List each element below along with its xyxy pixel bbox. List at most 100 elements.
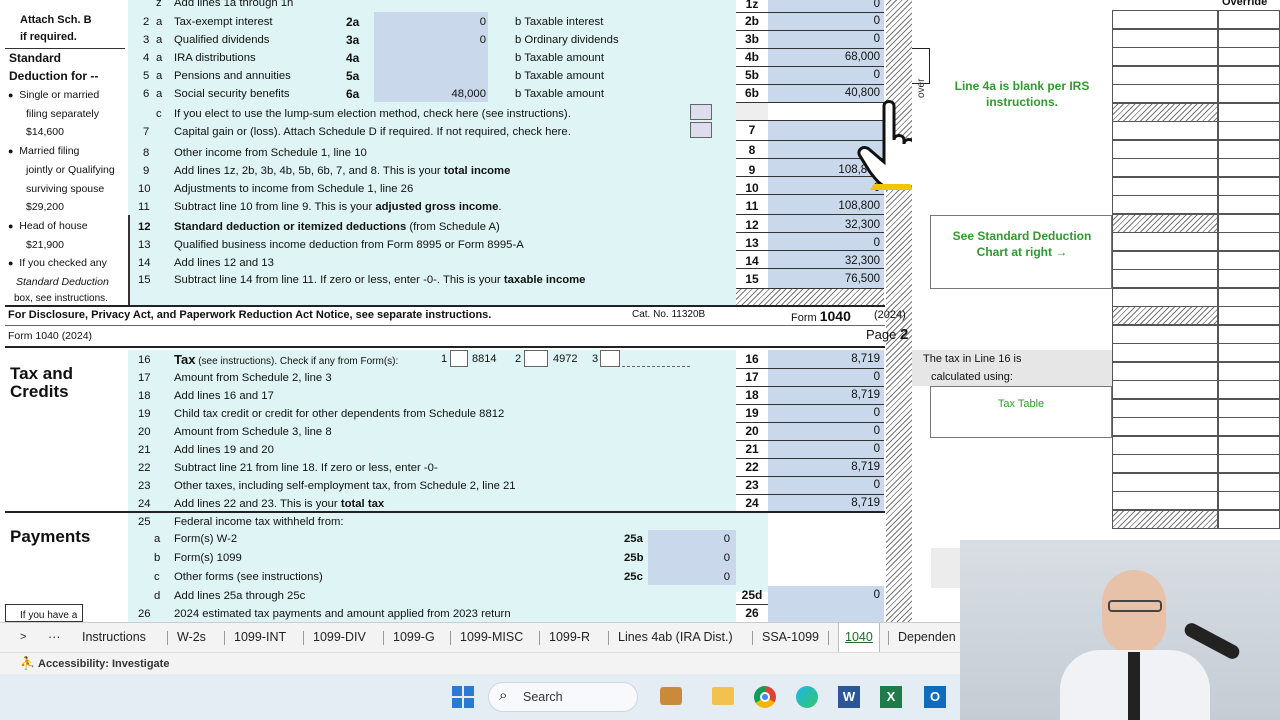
- override-cell[interactable]: [1112, 47, 1218, 66]
- tab-1040[interactable]: 1040: [838, 623, 880, 653]
- accessibility-status[interactable]: ⛹ Accessibility: Investigate: [20, 656, 169, 670]
- override-cell[interactable]: [1218, 435, 1280, 455]
- outlook-icon[interactable]: O: [924, 686, 946, 708]
- override-cell[interactable]: [1112, 10, 1218, 29]
- taskbar-search[interactable]: ⌕ Search: [488, 682, 638, 712]
- override-cell[interactable]: [1218, 509, 1280, 529]
- override-cell[interactable]: [1218, 65, 1280, 85]
- override-cell[interactable]: [1112, 213, 1218, 233]
- override-cell[interactable]: [1112, 472, 1218, 492]
- excel-icon[interactable]: X: [880, 686, 902, 708]
- override-cell[interactable]: [1112, 324, 1218, 344]
- line-18-amount[interactable]: 8,719: [768, 386, 880, 404]
- override-cell[interactable]: [1112, 139, 1218, 159]
- line-15-amount[interactable]: 76,500: [768, 270, 880, 288]
- override-cell[interactable]: [1112, 306, 1218, 325]
- override-cell[interactable]: [1218, 269, 1280, 288]
- form-other-checkbox[interactable]: [600, 350, 620, 367]
- tab-scroll-next[interactable]: >: [20, 623, 26, 653]
- override-cell[interactable]: [1218, 398, 1280, 418]
- override-cell[interactable]: [1112, 121, 1218, 140]
- override-cell[interactable]: [1112, 158, 1218, 177]
- override-cell[interactable]: [1218, 306, 1280, 325]
- tab-w-2s[interactable]: W-2s: [177, 623, 206, 653]
- line-16-amount[interactable]: 8,719: [768, 350, 880, 368]
- override-cell[interactable]: [1112, 287, 1218, 307]
- override-cell[interactable]: [1218, 250, 1280, 270]
- override-cell[interactable]: [1112, 417, 1218, 436]
- override-cell[interactable]: [1112, 195, 1218, 214]
- override-cell[interactable]: [1112, 454, 1218, 473]
- tab-1099-g[interactable]: 1099-G: [393, 623, 435, 653]
- word-icon[interactable]: W: [838, 686, 860, 708]
- override-cell[interactable]: [1112, 102, 1218, 122]
- line-5b-amount[interactable]: 0: [768, 66, 880, 84]
- tab-1099-r[interactable]: 1099-R: [549, 623, 590, 653]
- line-4b-amount[interactable]: 68,000: [768, 48, 880, 66]
- tab-1099-div[interactable]: 1099-DIV: [313, 623, 366, 653]
- override-cell[interactable]: [1112, 84, 1218, 103]
- folder-icon[interactable]: [712, 687, 734, 705]
- override-cell[interactable]: [1218, 176, 1280, 196]
- override-cell[interactable]: [1112, 491, 1218, 510]
- line-20-amount[interactable]: 0: [768, 422, 880, 440]
- override-cell[interactable]: [1112, 398, 1218, 418]
- tab-instructions[interactable]: Instructions: [82, 623, 146, 653]
- override-cell[interactable]: [1112, 176, 1218, 196]
- override-cell[interactable]: [1218, 84, 1280, 103]
- line-19-amount[interactable]: 0: [768, 404, 880, 422]
- line-25c-value[interactable]: 0: [650, 570, 730, 584]
- line-3b-amount[interactable]: 0: [768, 30, 880, 48]
- edge-icon[interactable]: [796, 686, 818, 708]
- override-cell[interactable]: [1112, 65, 1218, 85]
- override-cell[interactable]: [1218, 213, 1280, 233]
- line-21-amount[interactable]: 0: [768, 440, 880, 458]
- override-cell[interactable]: [1218, 139, 1280, 159]
- override-cell[interactable]: [1218, 491, 1280, 510]
- line-22-amount[interactable]: 8,719: [768, 458, 880, 476]
- override-cell[interactable]: [1218, 195, 1280, 214]
- line-2b-amount[interactable]: 0: [768, 12, 880, 30]
- override-cell[interactable]: [1218, 324, 1280, 344]
- tab-lines-4ab-ira-dist-[interactable]: Lines 4ab (IRA Dist.): [618, 623, 733, 653]
- override-cell[interactable]: [1218, 380, 1280, 399]
- override-cell[interactable]: [1112, 343, 1218, 362]
- override-cell[interactable]: [1218, 361, 1280, 381]
- override-cell[interactable]: [1218, 232, 1280, 251]
- override-cell[interactable]: [1218, 343, 1280, 362]
- line-3a-box-value[interactable]: 0: [378, 33, 486, 47]
- override-cell[interactable]: [1112, 269, 1218, 288]
- override-cell[interactable]: [1218, 158, 1280, 177]
- line-7-checkbox[interactable]: [690, 122, 712, 138]
- tab-dependen[interactable]: Dependen: [898, 623, 956, 653]
- line-24-amount[interactable]: 8,719: [768, 494, 880, 512]
- line-2a-box-value[interactable]: 0: [378, 15, 486, 29]
- override-cell[interactable]: [1112, 361, 1218, 381]
- override-cell[interactable]: [1218, 121, 1280, 140]
- override-cell[interactable]: [1218, 454, 1280, 473]
- tab-ssa-1099[interactable]: SSA-1099: [762, 623, 819, 653]
- form-8814-checkbox[interactable]: [450, 350, 468, 367]
- form-4972-checkbox[interactable]: [524, 350, 548, 367]
- line-17-amount[interactable]: 0: [768, 368, 880, 386]
- override-cell[interactable]: [1218, 287, 1280, 307]
- tab-more[interactable]: ···: [48, 623, 61, 653]
- briefcase-icon[interactable]: [660, 687, 682, 705]
- override-cell[interactable]: [1218, 472, 1280, 492]
- override-cell[interactable]: [1112, 250, 1218, 270]
- override-cell[interactable]: [1218, 47, 1280, 66]
- override-cell[interactable]: [1218, 28, 1280, 48]
- override-cell[interactable]: [1112, 435, 1218, 455]
- override-cell[interactable]: [1112, 509, 1218, 529]
- line-25a-value[interactable]: 0: [650, 532, 730, 546]
- line-6c-checkbox[interactable]: [690, 104, 712, 120]
- override-cell[interactable]: [1112, 380, 1218, 399]
- override-cell[interactable]: [1112, 232, 1218, 251]
- override-cell[interactable]: [1218, 10, 1280, 29]
- tab-1099-int[interactable]: 1099-INT: [234, 623, 286, 653]
- override-cell[interactable]: [1112, 28, 1218, 48]
- override-cell[interactable]: [1218, 417, 1280, 436]
- line-25b-value[interactable]: 0: [650, 551, 730, 565]
- override-cell[interactable]: [1218, 102, 1280, 122]
- line-25d-amount[interactable]: 0: [768, 586, 880, 604]
